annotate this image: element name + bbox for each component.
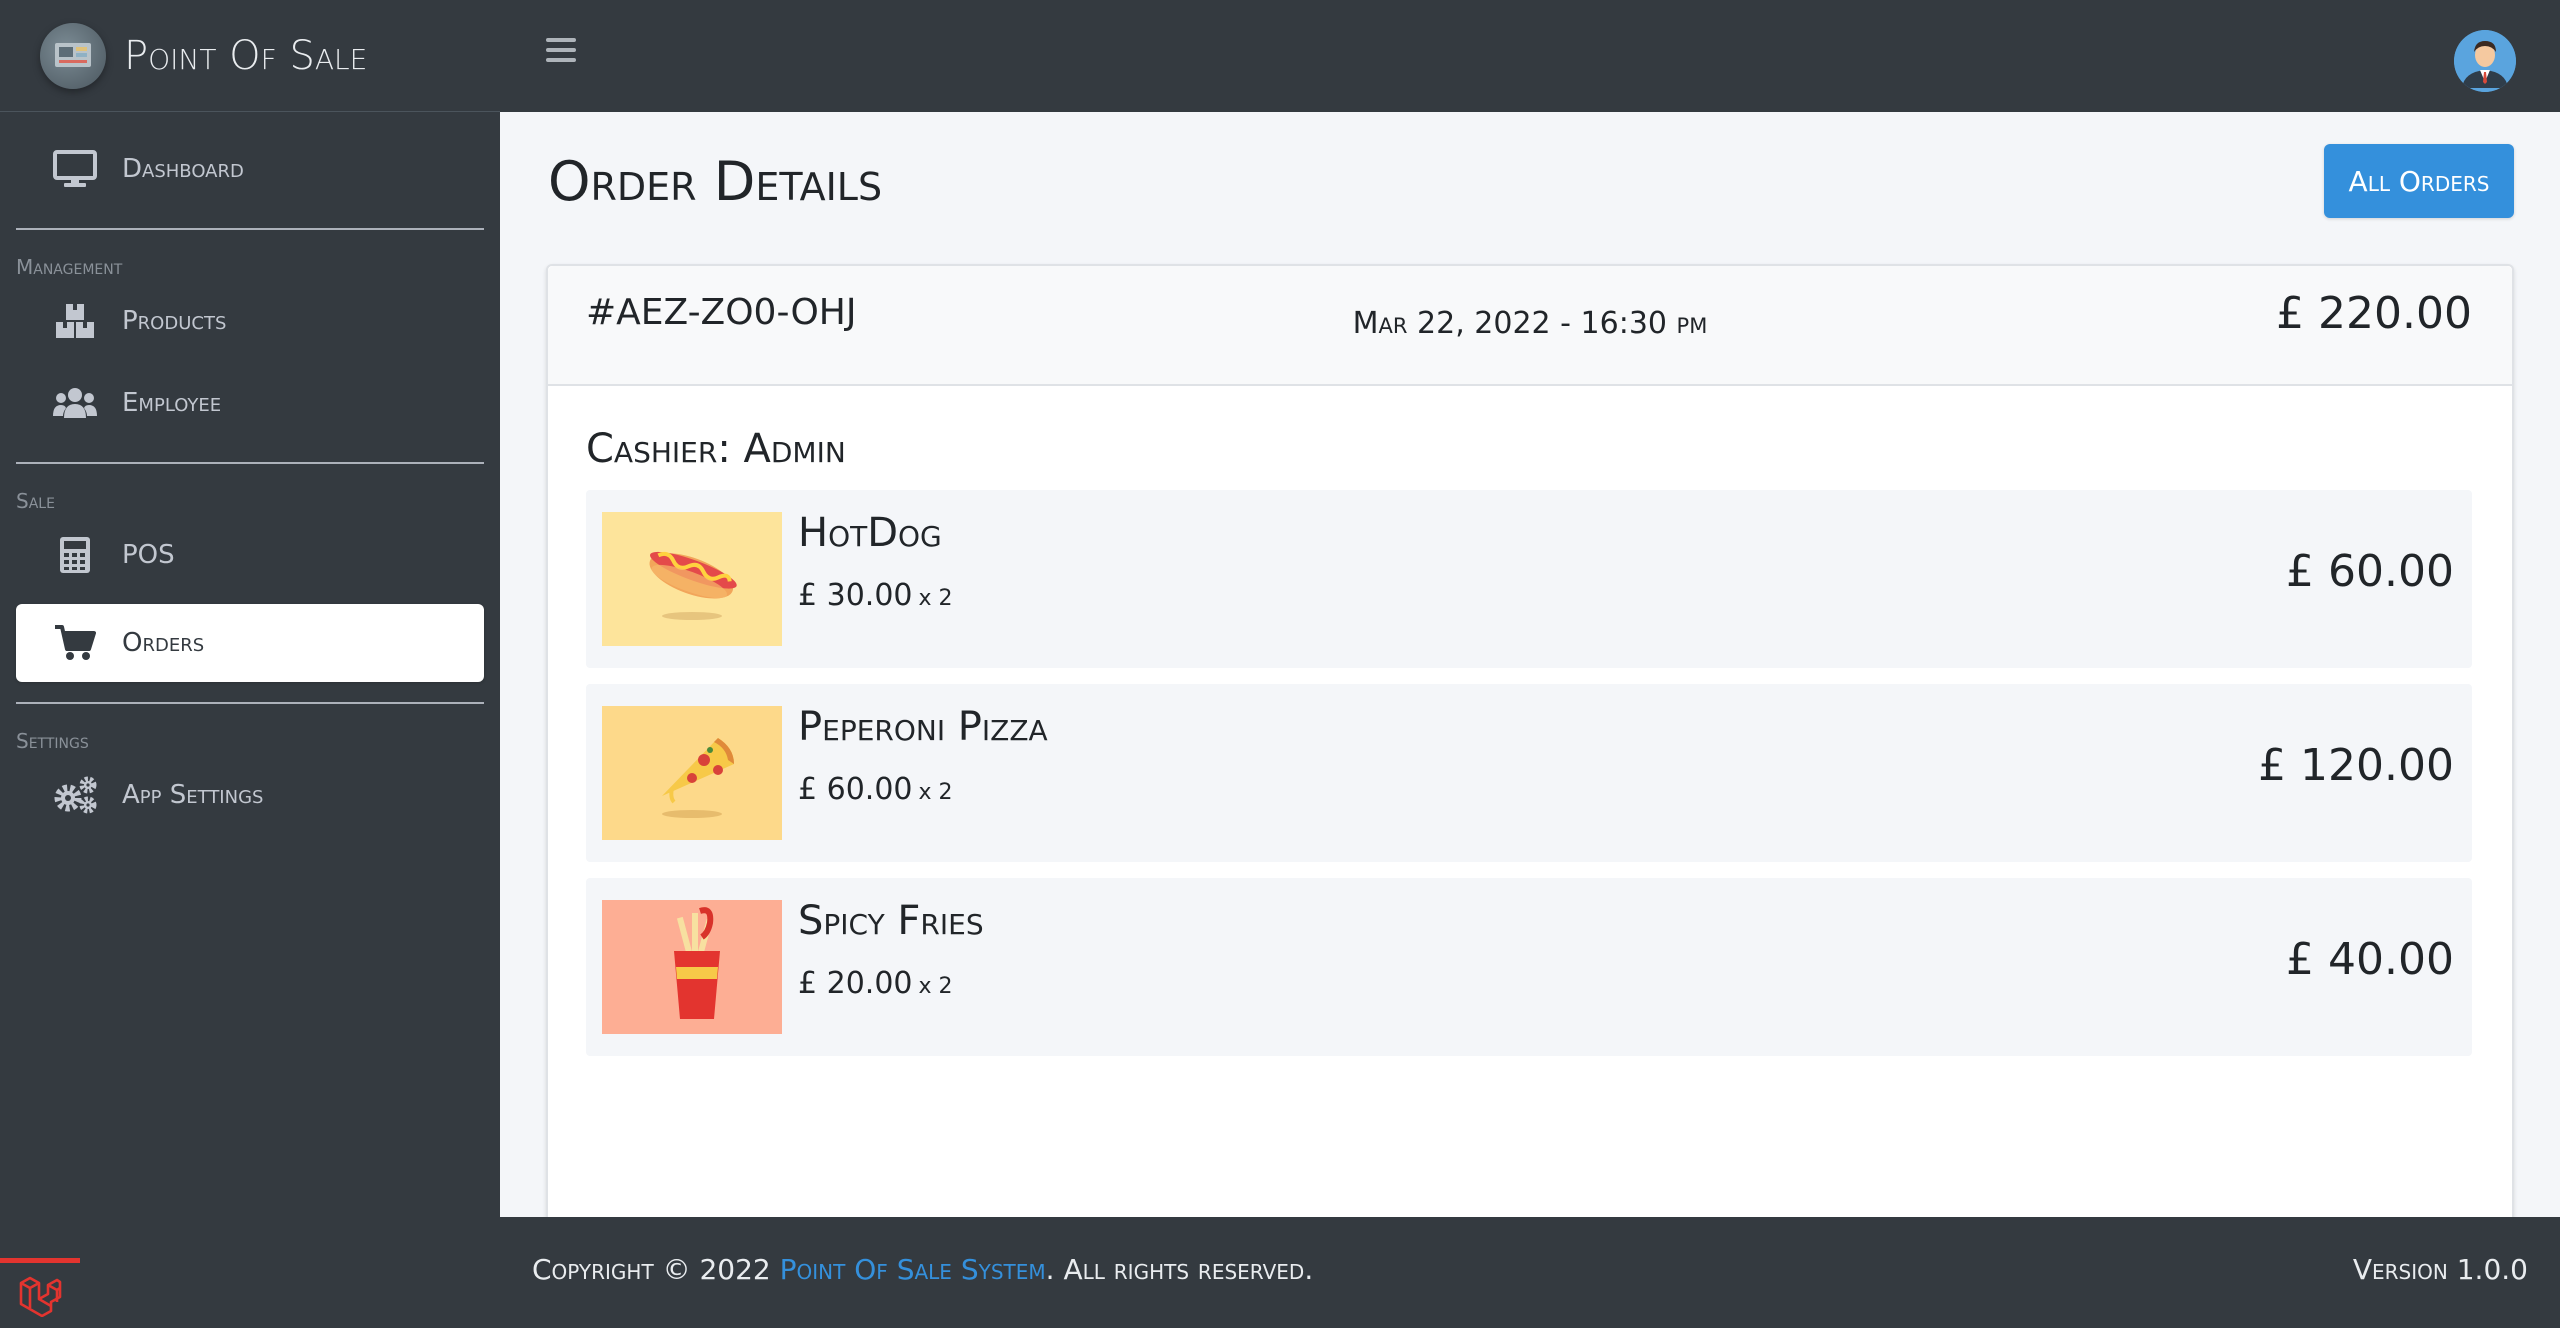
item-unit-price: £ 20.00 x 2 [798, 966, 953, 1001]
item-unit-price: £ 60.00 x 2 [798, 772, 953, 807]
sidebar-nav: Dashboard Management Products Employee S… [0, 130, 500, 834]
users-icon [52, 383, 98, 423]
item-total: £ 60.00 [2286, 546, 2454, 597]
item-quantity: x 2 [918, 780, 953, 805]
cashier-label: Cashier: Admin [586, 426, 846, 472]
main-content: Order Details All Orders #AEZ-ZO0-OHJ Ma… [500, 112, 2560, 1240]
item-unit-price: £ 30.00 x 2 [798, 578, 953, 613]
sidebar-item-label: App Settings [122, 780, 264, 810]
cart-icon [52, 623, 98, 663]
sidebar-divider [16, 228, 484, 230]
sidebar-divider [16, 702, 484, 704]
monitor-icon [52, 149, 98, 189]
footer-link[interactable]: Point Of Sale System [780, 1253, 1046, 1286]
order-total: £ 220.00 [2276, 288, 2472, 339]
sidebar: Point Of Sale Dashboard Management Produ… [0, 0, 500, 1328]
order-body: Cashier: Admin HotDog £ 30.00 x 2 £ 60.0… [548, 386, 2512, 1056]
order-date: Mar 22, 2022 - 16:30 pm [1352, 306, 1708, 341]
rights-text: . All rights reserved. [1045, 1253, 1314, 1286]
order-item: Spicy Fries £ 20.00 x 2 £ 40.00 [586, 878, 2472, 1056]
order-item: Peperoni Pizza £ 60.00 x 2 £ 120.00 [586, 684, 2472, 862]
item-unit-price-value: £ 30.00 [798, 578, 913, 613]
sidebar-item-label: Dashboard [122, 154, 244, 184]
sidebar-header-settings: Settings [16, 729, 89, 753]
page-title: Order Details [548, 150, 883, 213]
item-unit-price-value: £ 20.00 [798, 966, 913, 1001]
sidebar-header-management: Management [16, 255, 123, 279]
sidebar-item-label: Employee [122, 388, 222, 418]
gears-icon [52, 775, 98, 815]
top-navbar [500, 0, 2560, 112]
order-item: HotDog £ 30.00 x 2 £ 60.00 [586, 490, 2472, 668]
sidebar-item-dashboard[interactable]: Dashboard [16, 130, 484, 208]
item-name: Spicy Fries [798, 898, 984, 944]
pos-logo-icon [40, 22, 106, 89]
calculator-icon [52, 535, 98, 575]
user-avatar[interactable] [2454, 30, 2516, 92]
footer: Copyright © 2022 Point Of Sale System. A… [500, 1217, 2560, 1328]
sidebar-item-products[interactable]: Products [16, 282, 484, 360]
sidebar-divider [16, 462, 484, 464]
sidebar-item-employee[interactable]: Employee [16, 364, 484, 442]
boxes-icon [52, 301, 98, 341]
hamburger-icon[interactable] [546, 38, 576, 66]
footer-copyright: Copyright © 2022 Point Of Sale System. A… [532, 1253, 1313, 1286]
sidebar-item-pos[interactable]: POS [16, 516, 484, 594]
pizza-image [602, 706, 782, 840]
item-total: £ 120.00 [2258, 740, 2454, 791]
sidebar-item-label: Orders [122, 628, 205, 658]
sidebar-item-orders[interactable]: Orders [16, 604, 484, 682]
brand-name: Point Of Sale [124, 32, 368, 79]
hotdog-image [602, 512, 782, 646]
item-quantity: x 2 [918, 974, 953, 999]
sidebar-item-label: Products [122, 306, 227, 336]
version-text: Version 1.0.0 [2352, 1253, 2528, 1286]
item-total: £ 40.00 [2286, 934, 2454, 985]
all-orders-button[interactable]: All Orders [2324, 144, 2514, 218]
order-header: #AEZ-ZO0-OHJ Mar 22, 2022 - 16:30 pm £ 2… [548, 266, 2512, 386]
sidebar-item-app-settings[interactable]: App Settings [16, 756, 484, 834]
brand[interactable]: Point Of Sale [0, 0, 500, 112]
order-card: #AEZ-ZO0-OHJ Mar 22, 2022 - 16:30 pm £ 2… [546, 264, 2514, 1240]
copyright-text: Copyright © 2022 [532, 1253, 771, 1286]
sidebar-item-label: POS [122, 540, 175, 570]
laravel-icon[interactable] [0, 1258, 80, 1328]
fries-image [602, 900, 782, 1034]
item-quantity: x 2 [918, 586, 953, 611]
item-unit-price-value: £ 60.00 [798, 772, 913, 807]
item-name: Peperoni Pizza [798, 704, 1048, 750]
sidebar-header-sale: Sale [16, 489, 55, 513]
item-name: HotDog [798, 510, 942, 556]
